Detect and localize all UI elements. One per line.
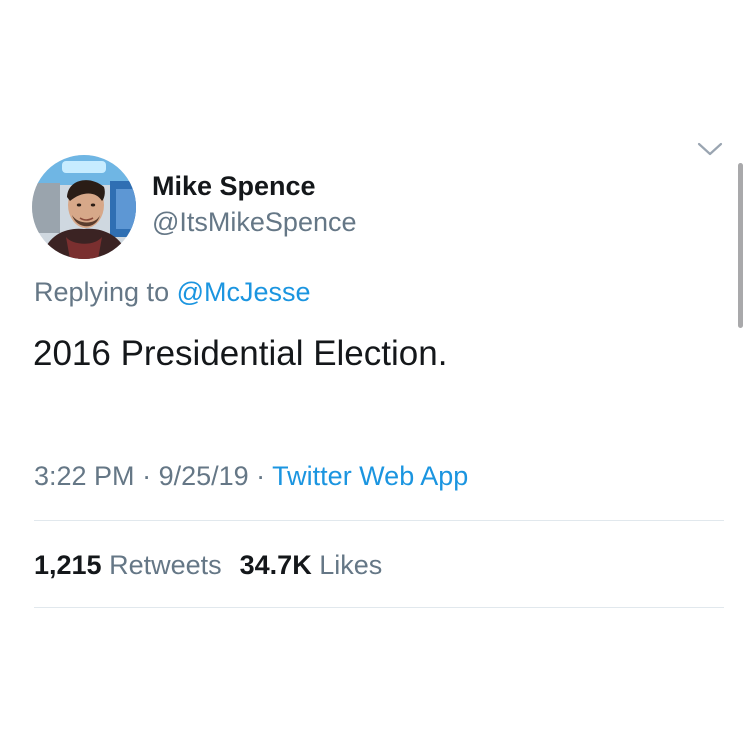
user-avatar-icon <box>32 155 136 259</box>
tweet-meta: 3:22 PM · 9/25/19 · Twitter Web App <box>34 459 468 493</box>
tweet-stats: 1,215 Retweets 34.7K Likes <box>34 548 382 582</box>
replying-to-line: Replying to @McJesse <box>34 275 311 309</box>
author-display-name[interactable]: Mike Spence <box>152 169 316 203</box>
tweet-time[interactable]: 3:22 PM <box>34 461 135 491</box>
retweets-label: Retweets <box>101 550 222 580</box>
meta-separator: · <box>248 461 273 491</box>
divider <box>34 607 724 608</box>
retweets-stat[interactable]: 1,215 Retweets <box>34 550 222 580</box>
divider <box>34 520 724 521</box>
chevron-down-icon <box>697 142 723 156</box>
tweet-source-link[interactable]: Twitter Web App <box>272 461 468 491</box>
author-handle[interactable]: @ItsMikeSpence <box>152 205 357 239</box>
tweet-text: 2016 Presidential Election. <box>33 334 448 373</box>
tweet-date[interactable]: 9/25/19 <box>159 461 249 491</box>
tweet-menu-button[interactable] <box>697 140 723 158</box>
scrollbar[interactable] <box>738 163 743 328</box>
likes-label: Likes <box>311 550 383 580</box>
reply-mention-link[interactable]: @McJesse <box>177 277 311 307</box>
tweet-detail-view: Mike Spence @ItsMikeSpence Replying to @… <box>0 0 750 750</box>
meta-separator: · <box>134 461 159 491</box>
retweets-count: 1,215 <box>34 550 102 580</box>
likes-count: 34.7K <box>239 550 312 580</box>
likes-stat[interactable]: 34.7K Likes <box>240 550 383 580</box>
replying-to-label: Replying to <box>34 277 177 307</box>
avatar[interactable] <box>32 155 136 259</box>
